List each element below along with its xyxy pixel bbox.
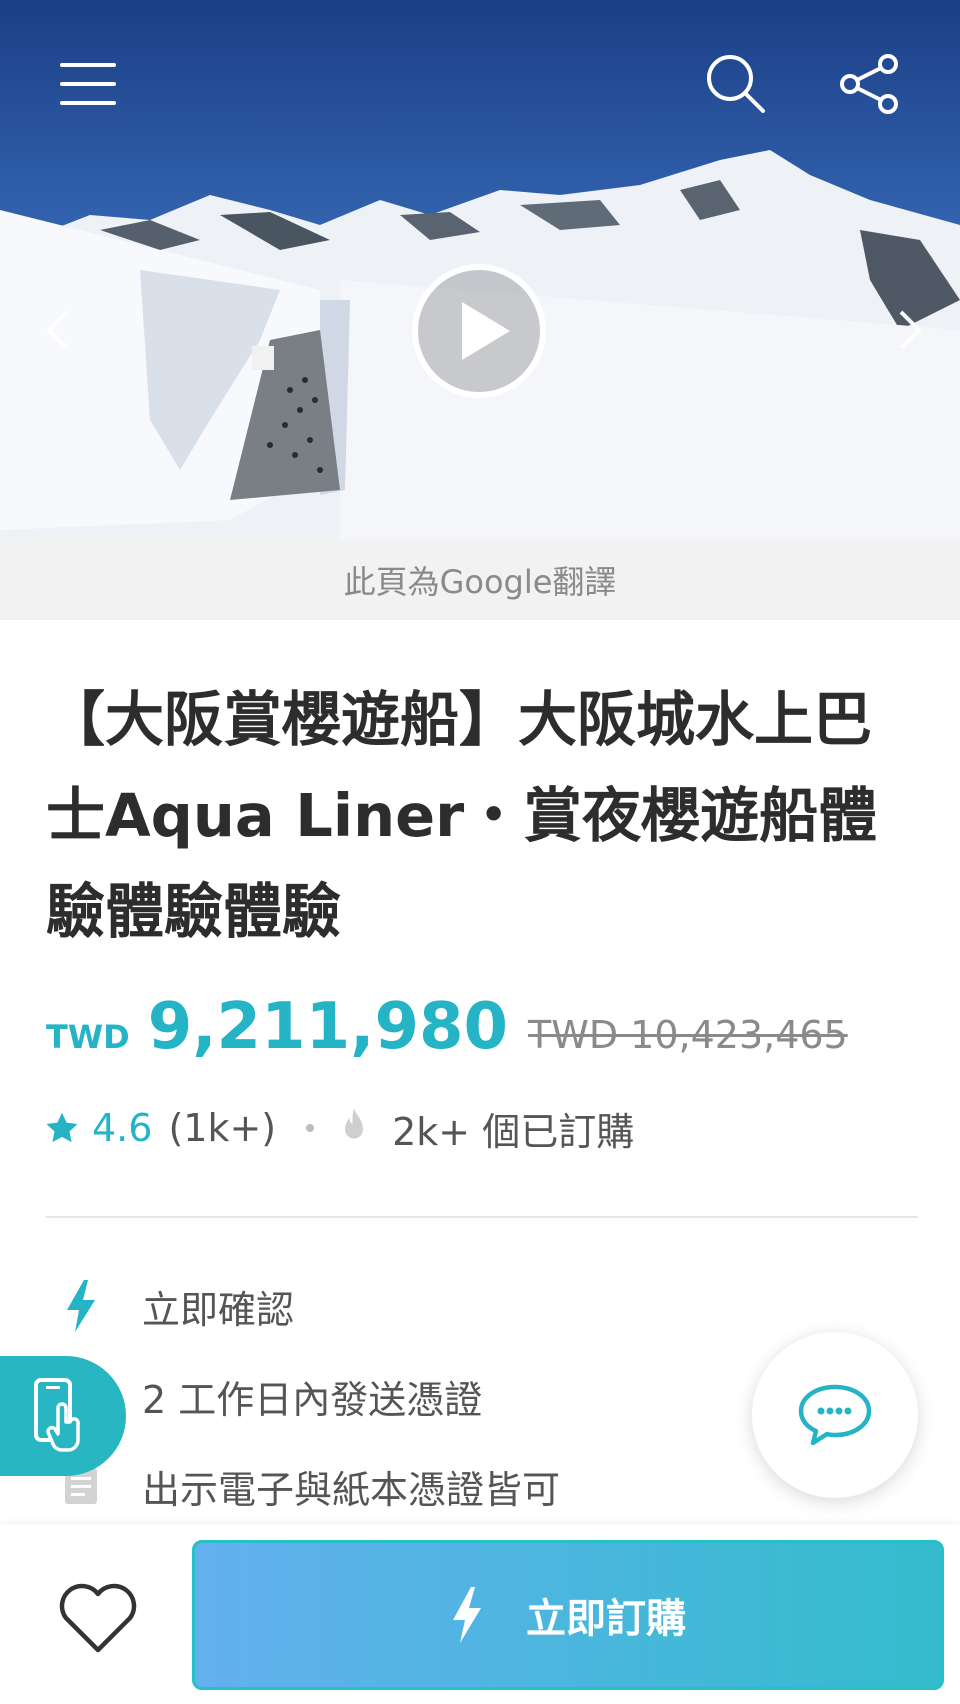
next-slide-button[interactable] <box>890 300 930 360</box>
feature-instant-confirm: 立即確認 <box>56 1278 294 1334</box>
app-download-button[interactable] <box>0 1356 126 1476</box>
price-currency: TWD <box>46 1018 130 1056</box>
chat-bubble-icon <box>798 1384 872 1446</box>
book-now-button[interactable]: 立即訂購 <box>192 1540 944 1690</box>
bottom-action-bar: 立即訂購 <box>0 1524 960 1704</box>
chat-button[interactable] <box>752 1332 918 1498</box>
chevron-right-icon <box>899 310 922 350</box>
feature-label: 立即確認 <box>142 1287 295 1332</box>
prev-slide-button[interactable] <box>38 300 78 360</box>
rating-row: 4.6 (1k+) 2k+ 個已訂購 <box>44 1100 634 1156</box>
hamburger-menu-icon <box>60 63 116 105</box>
divider <box>46 1216 918 1218</box>
original-price: TWD 10,423,465 <box>528 1013 848 1057</box>
search-button[interactable] <box>700 48 772 120</box>
feature-label: 2 工作日內發送憑證 <box>142 1377 483 1422</box>
rating-score: 4.6 <box>92 1106 153 1150</box>
chevron-left-icon <box>46 310 69 350</box>
price-value: 9,211,980 <box>147 990 509 1064</box>
price-row: TWD 9,211,980 TWD 10,423,465 <box>46 990 848 1070</box>
review-count[interactable]: (1k+) <box>168 1106 276 1150</box>
share-icon <box>840 54 898 114</box>
booked-count: 2k+ 個已訂購 <box>392 1109 635 1154</box>
search-icon <box>707 55 765 113</box>
separator-dot <box>306 1124 315 1132</box>
share-button[interactable] <box>834 48 906 120</box>
lightning-icon <box>56 1278 106 1334</box>
lightning-icon <box>450 1586 484 1644</box>
book-now-label: 立即訂購 <box>526 1596 686 1642</box>
phone-tap-icon <box>34 1378 80 1452</box>
product-title: 【大阪賞櫻遊船】大阪城水上巴士Aqua Liner・賞夜櫻遊船體驗體驗體驗 <box>46 685 878 946</box>
play-button[interactable] <box>410 262 548 400</box>
star-icon <box>46 1112 78 1143</box>
feature-voucher-type: 出示電子與紙本憑證皆可 <box>56 1458 560 1514</box>
menu-button[interactable] <box>52 48 124 120</box>
translation-notice: 此頁為Google翻譯 <box>0 540 960 620</box>
favorite-button[interactable] <box>56 1580 140 1656</box>
feature-label: 出示電子與紙本憑證皆可 <box>142 1467 561 1512</box>
flame-icon <box>345 1108 364 1139</box>
translation-notice-text: 此頁為Google翻譯 <box>343 563 617 601</box>
hero-media[interactable] <box>0 0 960 540</box>
heart-icon <box>59 1583 137 1653</box>
